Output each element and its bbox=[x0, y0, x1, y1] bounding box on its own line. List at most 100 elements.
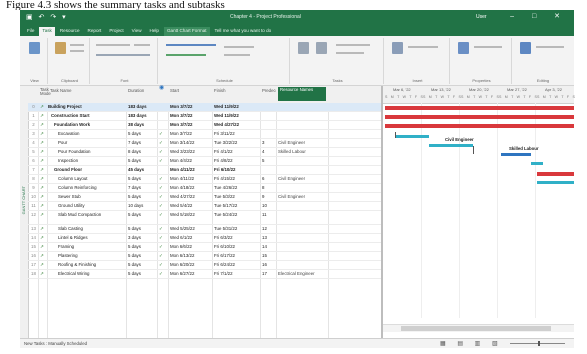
task-duration[interactable]: 10 days bbox=[128, 203, 156, 209]
task-start[interactable]: Mon 6/27/22 bbox=[170, 271, 213, 277]
duration-header[interactable]: Duration bbox=[128, 88, 144, 93]
gantt-horizontal-scrollbar[interactable] bbox=[383, 324, 574, 332]
task-finish[interactable]: Tue 5/24/22 bbox=[214, 212, 262, 218]
task-duration[interactable]: 5 days bbox=[128, 212, 156, 218]
task-duration[interactable]: 5 days bbox=[128, 253, 156, 259]
summary-bar-building-project[interactable] bbox=[385, 106, 574, 110]
respect-links-button[interactable] bbox=[224, 54, 250, 56]
task-finish[interactable]: Wed 11/9/22 bbox=[214, 113, 262, 119]
task-row[interactable]: 16 ↗ Plastering 5 days ✓ Mon 6/13/22 Fri 6/17/… bbox=[28, 252, 381, 261]
task-predecessors[interactable]: 10 bbox=[262, 203, 274, 209]
task-resource[interactable]: Skilled Labour bbox=[278, 149, 328, 155]
task-name[interactable]: Ground Utility bbox=[48, 203, 136, 209]
new-tasks-mode[interactable]: New Tasks : Manually Scheduled bbox=[24, 341, 87, 346]
task-predecessors[interactable]: 14 bbox=[262, 244, 274, 250]
task-name[interactable]: Slab Casting bbox=[48, 226, 136, 232]
task-row[interactable]: 11 ↗ Ground Utility 10 days ✓ Wed 5/4/22 Tue 5… bbox=[28, 202, 381, 211]
cut-icon[interactable] bbox=[70, 44, 84, 46]
task-finish[interactable]: Tue 5/17/22 bbox=[214, 203, 262, 209]
task-row[interactable]: 9 ↗ Column Reinforcing 7 days ✓ Mon 4/18/22 Tu… bbox=[28, 184, 381, 193]
font-style-buttons[interactable] bbox=[96, 54, 150, 56]
task-resource[interactable]: Civil Engineer bbox=[278, 176, 328, 182]
link-tasks-buttons[interactable] bbox=[166, 54, 206, 56]
gantt-chart-icon[interactable] bbox=[29, 42, 40, 54]
task-finish[interactable]: Fri 6/10/22 bbox=[214, 244, 262, 250]
task-predecessors[interactable]: 15 bbox=[262, 253, 274, 259]
task-duration[interactable]: 7 days bbox=[128, 185, 156, 191]
zoom-thumb[interactable] bbox=[538, 341, 540, 346]
task-bar-excavation[interactable] bbox=[395, 135, 429, 138]
find-button[interactable] bbox=[536, 46, 564, 48]
task-start[interactable]: Mon 6/6/22 bbox=[170, 244, 213, 250]
task-row[interactable]: 4 ↗ Pour 7 days ✓ Mon 3/14/22 Tue 3/22/22 3 Civi… bbox=[28, 139, 381, 148]
task-predecessors[interactable]: 5 bbox=[262, 158, 274, 164]
task-name[interactable]: Column Layout bbox=[48, 176, 136, 182]
task-duration[interactable]: 5 days bbox=[128, 194, 156, 200]
task-predecessors[interactable]: 3 bbox=[262, 140, 274, 146]
task-insert-icon[interactable] bbox=[392, 42, 403, 54]
task-start[interactable]: Wed 3/23/22 bbox=[170, 149, 213, 155]
task-row[interactable]: 17 ↗ Roofing & Finishing 5 days ✓ Mon 6/20/22… bbox=[28, 261, 381, 270]
task-row[interactable]: 13 ↗ Slab Casting 5 days ✓ Wed 5/25/22 Tue 5/3… bbox=[28, 225, 381, 234]
task-name[interactable]: Electrical Wiring bbox=[48, 271, 136, 277]
task-name[interactable]: Lintel & Ridges bbox=[48, 235, 136, 241]
predecessors-header[interactable]: Predecessors bbox=[262, 88, 276, 93]
task-finish[interactable]: Wed 4/27/22 bbox=[214, 122, 262, 128]
task-row[interactable]: 1 ↗ Construction Start 183 days Mon 3/7/22 We… bbox=[28, 112, 381, 121]
task-predecessors[interactable]: 4 bbox=[262, 149, 274, 155]
window-controls[interactable]: – □ ✕ bbox=[510, 12, 568, 20]
task-predecessors[interactable]: 9 bbox=[262, 194, 274, 200]
tab-project[interactable]: Project bbox=[106, 27, 126, 36]
task-name[interactable]: Roofing & Finishing bbox=[48, 262, 136, 268]
tab-tell-me-what-you-want-to-do[interactable]: Tell me what you want to do bbox=[212, 27, 275, 36]
task-start[interactable]: Wed 5/18/22 bbox=[170, 212, 213, 218]
task-duration[interactable]: 45 days bbox=[128, 167, 156, 173]
task-finish[interactable]: Fri 6/17/22 bbox=[214, 253, 262, 259]
task-row[interactable]: 3 ↗ Excavation 5 days ✓ Mon 3/7/22 Fri 3/11/22 bbox=[28, 130, 381, 139]
task-duration[interactable]: 8 days bbox=[128, 149, 156, 155]
task-name[interactable]: Inspection bbox=[48, 158, 136, 164]
task-start[interactable]: Mon 4/4/22 bbox=[170, 158, 213, 164]
move-button[interactable] bbox=[336, 52, 364, 54]
task-row[interactable]: 2 ↗ Foundation Work 38 days Mon 3/7/22 Wed 4/… bbox=[28, 121, 381, 130]
task-predecessors[interactable]: 6 bbox=[262, 176, 274, 182]
tab-task[interactable]: Task bbox=[39, 27, 55, 36]
view-shortcuts[interactable]: ▦ ▤ ▥ ▧ bbox=[440, 340, 503, 347]
task-start[interactable]: Wed 5/4/22 bbox=[170, 203, 213, 209]
task-bar-column-layout[interactable] bbox=[537, 181, 574, 184]
task-start[interactable]: Mon 3/14/22 bbox=[170, 140, 213, 146]
auto-schedule-icon[interactable] bbox=[316, 42, 327, 54]
task-row[interactable]: 14 ↗ Lintel & Ridges 3 days ✓ Wed 6/1/22 Fri 6… bbox=[28, 234, 381, 243]
task-resource[interactable]: Electrical Engineer bbox=[278, 271, 328, 277]
task-finish[interactable]: Fri 3/11/22 bbox=[214, 131, 262, 137]
tab-resource[interactable]: Resource bbox=[57, 27, 83, 36]
task-duration[interactable]: 5 days bbox=[128, 271, 156, 277]
user-name[interactable]: User bbox=[476, 14, 487, 20]
task-finish[interactable]: Tue 4/26/22 bbox=[214, 185, 262, 191]
task-finish[interactable]: Tue 5/31/22 bbox=[214, 226, 262, 232]
task-start[interactable]: Mon 3/7/22 bbox=[170, 113, 213, 119]
task-row[interactable]: 5 ↗ Pour Foundation 8 days ✓ Wed 3/23/22 Fri 4… bbox=[28, 148, 381, 157]
task-row[interactable]: 6 ↗ Inspection 5 days ✓ Mon 4/4/22 Fri 4/8/22 5 bbox=[28, 157, 381, 166]
task-name[interactable]: Construction Start bbox=[48, 113, 129, 119]
task-bar-pour[interactable] bbox=[429, 144, 473, 147]
task-finish[interactable]: Fri 7/1/22 bbox=[214, 271, 262, 277]
task-finish[interactable]: Tue 5/3/22 bbox=[214, 194, 262, 200]
task-name[interactable]: Foundation Work bbox=[48, 122, 132, 128]
task-bar-pour-foundation[interactable] bbox=[501, 153, 531, 156]
tab-gantt-chart-format[interactable]: Gantt Chart Format bbox=[163, 27, 210, 36]
font-name-select[interactable] bbox=[96, 44, 130, 46]
summary-bar-foundation-work[interactable] bbox=[385, 124, 574, 128]
task-start[interactable]: Mon 3/7/22 bbox=[170, 122, 213, 128]
task-name[interactable]: Building Project bbox=[48, 104, 126, 110]
task-name[interactable]: Plastering bbox=[48, 253, 136, 259]
task-bar-inspection[interactable] bbox=[531, 162, 543, 165]
tab-help[interactable]: Help bbox=[147, 27, 162, 36]
task-name[interactable]: Column Reinforcing bbox=[48, 185, 136, 191]
task-predecessors[interactable]: 8 bbox=[262, 185, 274, 191]
task-name[interactable]: Excavation bbox=[48, 131, 136, 137]
font-size-select[interactable] bbox=[134, 44, 150, 46]
task-duration[interactable]: 5 days bbox=[128, 131, 156, 137]
task-row[interactable]: 12 ↗ Slab Mud Compaction 5 days ✓ Wed 5/18/22… bbox=[28, 211, 381, 225]
task-finish[interactable]: Wed 11/9/22 bbox=[214, 104, 262, 110]
